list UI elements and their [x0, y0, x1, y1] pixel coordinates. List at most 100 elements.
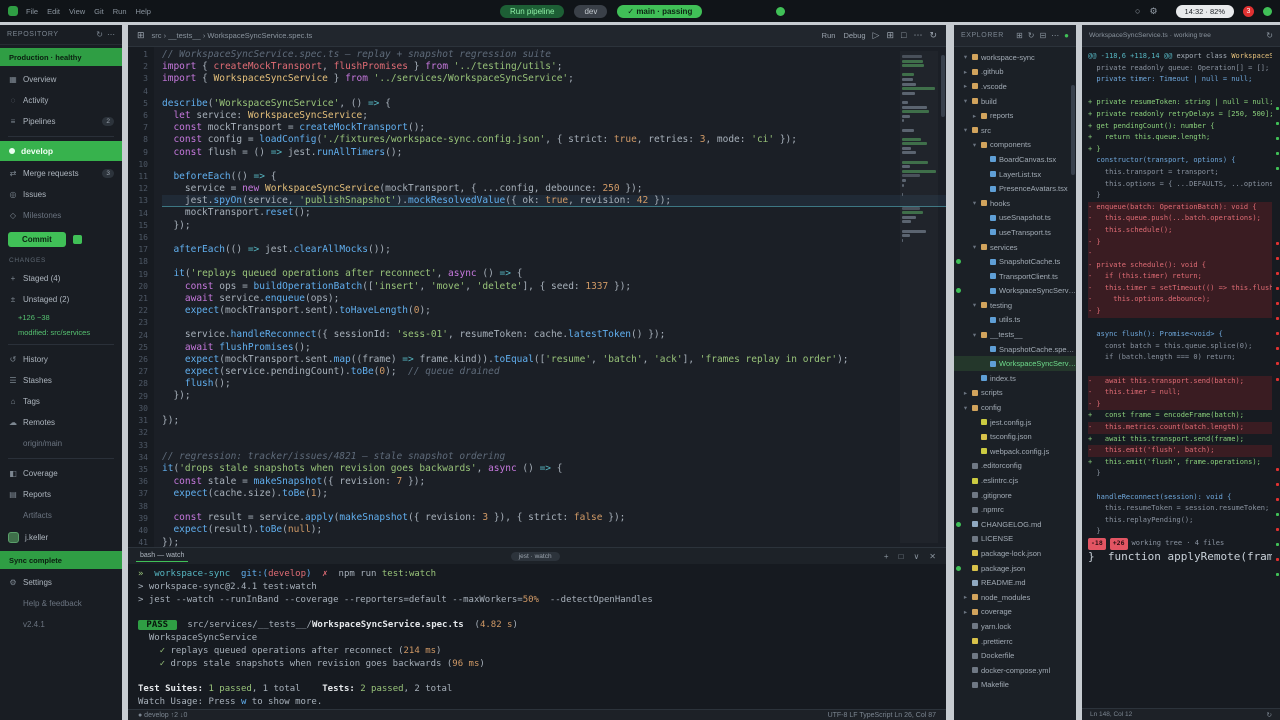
diff-line[interactable]: private timer: Timeout | null = null; [1088, 74, 1272, 86]
sidebar-change-summary[interactable]: modified: src/services [0, 325, 122, 340]
code-line[interactable]: flush(); [162, 378, 946, 390]
tree-row[interactable]: ▸reports [954, 108, 1076, 123]
sidebar-item[interactable]: ≡Pipelines2 [0, 111, 122, 132]
code-line[interactable]: }); [162, 537, 946, 548]
diff-line[interactable]: + get pendingCount(): number { [1088, 121, 1272, 133]
diff-refresh-icon[interactable]: ↻ [1266, 31, 1273, 40]
sidebar-item[interactable]: ☁Remotes [0, 412, 122, 433]
sidebar-change-summary[interactable]: +126 −38 [0, 310, 122, 325]
sidebar-item[interactable]: ⚙Settings [0, 572, 122, 593]
tree-row[interactable]: Makefile [954, 678, 1076, 693]
tree-row[interactable]: tsconfig.json [954, 429, 1076, 444]
diff-line[interactable]: - this.options.debounce); [1088, 294, 1272, 306]
tree-row[interactable]: ▾testing [954, 298, 1076, 313]
code-line[interactable]: }); [162, 415, 946, 427]
editor-toolbar-icon[interactable]: ↻ [929, 30, 937, 41]
tree-row[interactable]: ▸scripts [954, 386, 1076, 401]
tree-row[interactable]: ▾build [954, 94, 1076, 109]
sidebar-item[interactable]: v2.4.1 [0, 614, 122, 635]
diff-lines[interactable]: @@ -118,6 +118,14 @@ export class Worksp… [1082, 47, 1280, 708]
tree-row[interactable]: webpack.config.js [954, 444, 1076, 459]
tree-row[interactable]: WorkspaceSyncService.ts [954, 284, 1076, 299]
diff-line[interactable]: - } [1088, 237, 1272, 249]
diff-title[interactable]: WorkspaceSyncService.ts · working tree [1089, 32, 1261, 39]
editor-toolbar-icon[interactable]: ⋯ [913, 30, 922, 41]
sidebar-item[interactable]: ▦Overview [0, 69, 122, 90]
menu-item[interactable]: File [26, 7, 38, 16]
explorer-toolbar-icon[interactable]: ⊟ [1039, 31, 1046, 40]
topbar-icon[interactable]: ⚙ [1149, 6, 1157, 17]
tree-row[interactable]: .editorconfig [954, 459, 1076, 474]
code-line[interactable]: it('replays queued operations after reco… [162, 268, 946, 280]
diff-line[interactable]: - private schedule(): void { [1088, 260, 1272, 272]
code-line[interactable]: expect(mockTransport.sent.map((frame) =>… [162, 354, 946, 366]
diff-line[interactable]: this.replayPending(); [1088, 515, 1272, 527]
tree-row[interactable]: yarn.lock [954, 619, 1076, 634]
tree-row[interactable]: ▸.github [954, 65, 1076, 80]
code-line[interactable] [162, 402, 946, 414]
code-line[interactable] [162, 427, 946, 439]
diff-scroll-marks[interactable] [1275, 47, 1280, 708]
tree-row[interactable]: package-lock.json [954, 546, 1076, 561]
sidebar-item[interactable]: ◧Coverage [0, 463, 122, 484]
diff-line[interactable]: + const frame = encodeFrame(batch); [1088, 410, 1272, 422]
sidebar-item[interactable]: ▤Reports [0, 484, 122, 505]
tree-row[interactable]: PresenceAvatars.tsx [954, 181, 1076, 196]
code-line[interactable]: expect(mockTransport.sent).toHaveLength(… [162, 305, 946, 317]
code-line[interactable]: expect(service.pendingCount).toBe(0); //… [162, 366, 946, 378]
sidebar-branch-row[interactable]: develop [0, 141, 122, 161]
sidebar-item[interactable]: ◎Issues [0, 184, 122, 205]
topbar-pill[interactable]: ✓ main · passing [617, 5, 702, 18]
tree-row[interactable]: jest.config.js [954, 415, 1076, 430]
tree-row[interactable]: ▸coverage [954, 605, 1076, 620]
commit-button[interactable]: Commit [8, 232, 66, 247]
code-line[interactable]: let service: WorkspaceSyncService; [162, 110, 946, 122]
sidebar-item[interactable]: ◇Milestones [0, 205, 122, 226]
menu-item[interactable]: Run [113, 7, 127, 16]
diff-line[interactable]: - this.schedule(); [1088, 225, 1272, 237]
app-logo-icon[interactable] [8, 6, 18, 16]
diff-line[interactable]: private readonly queue: Operation[] = []… [1088, 63, 1272, 75]
tree-row[interactable]: ▾hooks [954, 196, 1076, 211]
diff-line[interactable]: - this.queue.push(...batch.operations); [1088, 213, 1272, 225]
menu-item[interactable]: Git [94, 7, 104, 16]
sidebar-status-row[interactable]: Production · healthy [0, 48, 122, 66]
code-editor[interactable]: 1234567891011121314151617181920212223242… [128, 47, 946, 547]
editor-toolbar-icon[interactable]: □ [901, 30, 906, 41]
explorer-toolbar-icon[interactable]: ⊞ [1016, 31, 1023, 40]
terminal-output[interactable]: » workspace-sync git:(develop) ✗ npm run… [128, 564, 946, 709]
minimap[interactable] [900, 51, 938, 543]
sidebar-item[interactable]: ⇄Merge requests3 [0, 163, 122, 184]
code-line[interactable]: expect(result).toBe(null); [162, 524, 946, 536]
terminal-action-icon[interactable]: ✕ [927, 552, 938, 561]
tree-row[interactable]: docker-compose.yml [954, 663, 1076, 678]
tree-row[interactable]: TransportClient.ts [954, 269, 1076, 284]
editor-action[interactable]: Run [822, 31, 836, 40]
diff-line[interactable]: const batch = this.queue.splice(0); [1088, 341, 1272, 353]
terminal-action-icon[interactable]: + [882, 552, 891, 561]
code-line[interactable]: const result = service.apply(makeSnapsho… [162, 512, 946, 524]
diff-line[interactable]: this.options = { ...DEFAULTS, ...options… [1088, 179, 1272, 191]
code-line[interactable]: const stale = makeSnapshot({ revision: 7… [162, 476, 946, 488]
diff-line[interactable]: this.resumeToken = session.resumeToken; [1088, 503, 1272, 515]
code-line[interactable] [162, 86, 946, 98]
tree-row[interactable]: .prettierrc [954, 634, 1076, 649]
code-line[interactable]: const config = loadConfig('./fixtures/wo… [162, 134, 946, 146]
code-line[interactable]: afterEach(() => jest.clearAllMocks()); [162, 244, 946, 256]
diff-line[interactable]: this.transport = transport; [1088, 167, 1272, 179]
tree-row[interactable]: ▸node_modules [954, 590, 1076, 605]
diff-line[interactable]: - [1088, 248, 1272, 260]
code-line[interactable] [162, 439, 946, 451]
tree-row[interactable]: SnapshotCache.spec.ts [954, 342, 1076, 357]
code-line[interactable] [162, 317, 946, 329]
code-line[interactable]: import { createMockTransport, flushPromi… [162, 61, 946, 73]
tree-row[interactable]: ▾__tests__ [954, 327, 1076, 342]
code-line[interactable]: expect(cache.size).toBe(1); [162, 488, 946, 500]
code-line[interactable]: await flushPromises(); [162, 342, 946, 354]
sidebar-item[interactable]: ◌Activity [0, 90, 122, 111]
terminal-action-icon[interactable]: □ [897, 552, 906, 561]
diff-line[interactable]: - this.emit('flush', batch); [1088, 445, 1272, 457]
diff-line[interactable]: - this.timer = setTimeout(() => this.flu… [1088, 283, 1272, 295]
commit-checkbox[interactable] [73, 235, 82, 244]
diff-line[interactable]: if (batch.length === 0) return; [1088, 352, 1272, 364]
